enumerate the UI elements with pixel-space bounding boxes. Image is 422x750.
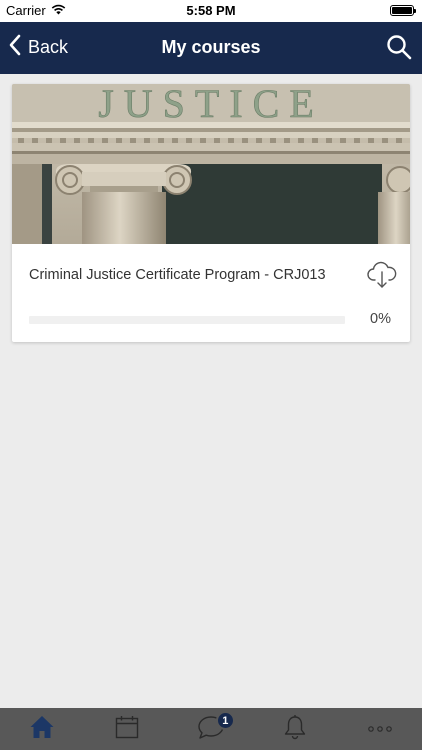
course-card[interactable]: JUSTICE Criminal Justice Certificate Pro… (12, 84, 410, 342)
status-right (390, 5, 416, 16)
engraved-text: JUSTICE (98, 84, 324, 126)
status-time: 5:58 PM (186, 3, 236, 18)
course-list: JUSTICE Criminal Justice Certificate Pro… (0, 74, 422, 708)
tab-messages[interactable]: 1 (169, 708, 253, 750)
more-dots-icon (367, 720, 393, 738)
unread-badge: 1 (215, 711, 235, 730)
tab-notifications[interactable] (253, 708, 337, 750)
home-icon (29, 714, 55, 745)
course-image: JUSTICE (12, 84, 410, 244)
battery-icon (390, 5, 416, 16)
chevron-left-icon (8, 34, 22, 61)
status-bar: Carrier 5:58 PM (0, 0, 422, 22)
tab-more[interactable] (338, 708, 422, 750)
calendar-icon (114, 714, 140, 745)
progress-bar (29, 316, 345, 324)
download-button[interactable] (367, 261, 397, 294)
cloud-download-icon (367, 261, 397, 293)
search-button[interactable] (386, 34, 412, 65)
progress-percent: 0% (370, 311, 391, 327)
bell-icon (283, 714, 307, 745)
course-title: Criminal Justice Certificate Program - C… (29, 267, 326, 283)
tab-bar: 1 (0, 708, 422, 750)
back-button[interactable]: Back (8, 34, 68, 61)
tab-home[interactable] (0, 708, 84, 750)
navigation-bar: Back My courses (0, 22, 422, 74)
search-icon (386, 35, 412, 64)
back-label: Back (28, 37, 69, 57)
tab-calendar[interactable] (84, 708, 168, 750)
